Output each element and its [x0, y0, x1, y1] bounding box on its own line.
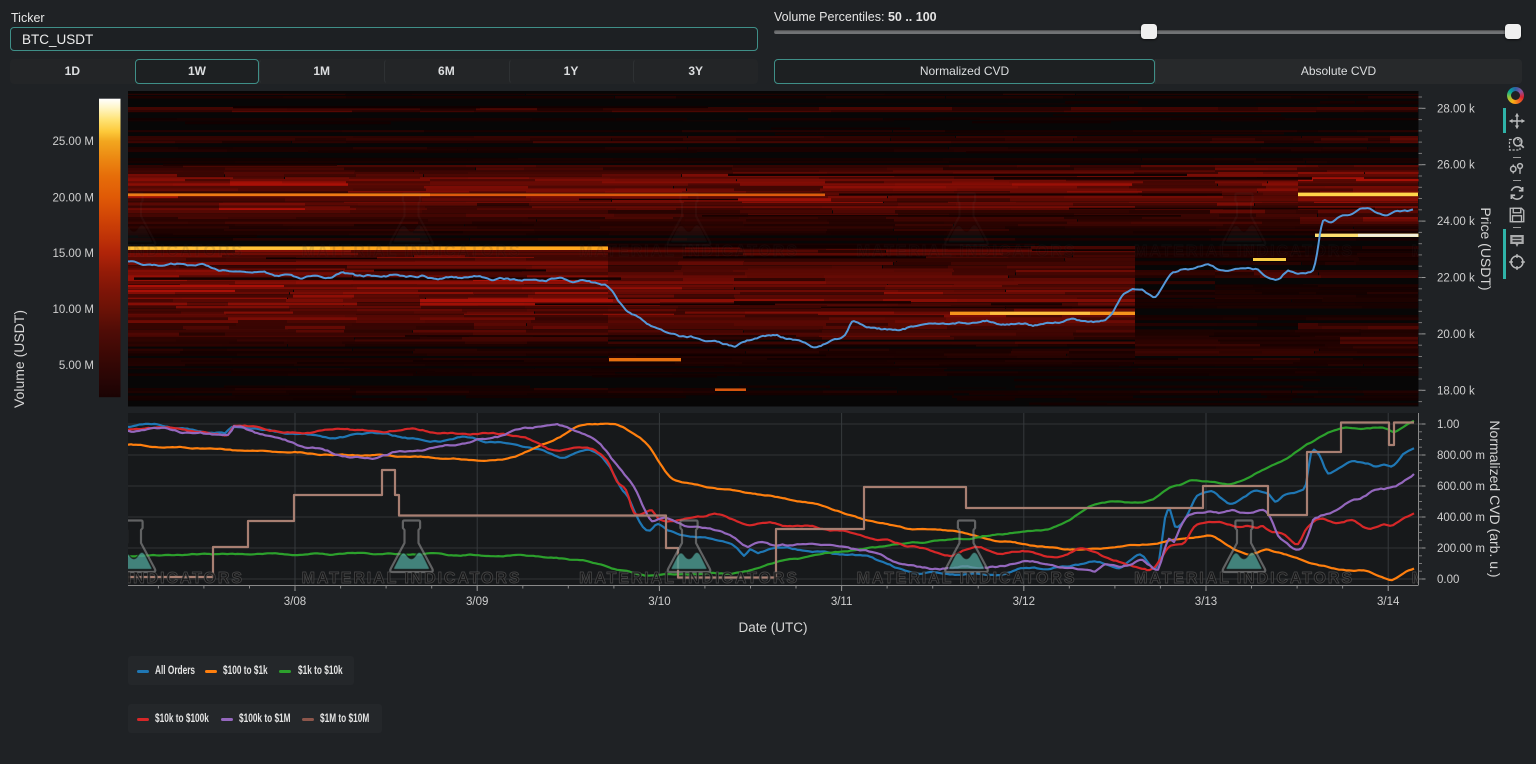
svg-text:20.00 k: 20.00 k — [1437, 329, 1475, 341]
svg-text:600.00 m: 600.00 m — [1437, 481, 1485, 493]
svg-text:Price (USDT): Price (USDT) — [1478, 207, 1494, 290]
svg-text:MATERIAL INDICATORS: MATERIAL INDICATORS — [1134, 570, 1354, 587]
svg-text:24.00 k: 24.00 k — [1437, 216, 1475, 228]
svg-text:25.00 M: 25.00 M — [52, 136, 94, 148]
svg-text:800.00 m: 800.00 m — [1437, 450, 1485, 462]
svg-text:0.00: 0.00 — [1437, 574, 1459, 586]
svg-text:20.00 M: 20.00 M — [52, 192, 94, 204]
svg-text:Volume (USDT): Volume (USDT) — [11, 310, 27, 408]
svg-text:15.00 M: 15.00 M — [52, 248, 94, 260]
svg-text:28.00 k: 28.00 k — [1437, 103, 1475, 115]
svg-text:MATERIAL INDICATORS: MATERIAL INDICATORS — [579, 243, 799, 260]
svg-text:MATERIAL INDICATORS: MATERIAL INDICATORS — [1412, 570, 1536, 587]
svg-text:MATERIAL INDICATORS: MATERIAL INDICATORS — [24, 570, 244, 587]
svg-text:Date (UTC): Date (UTC) — [738, 620, 807, 635]
svg-text:10.00 M: 10.00 M — [52, 304, 94, 316]
svg-text:400.00 m: 400.00 m — [1437, 512, 1485, 524]
svg-text:1.00: 1.00 — [1437, 419, 1459, 431]
svg-text:MATERIAL INDICATORS: MATERIAL INDICATORS — [302, 243, 522, 260]
svg-text:MATERIAL INDICATORS: MATERIAL INDICATORS — [857, 243, 1077, 260]
svg-text:3/11: 3/11 — [831, 596, 853, 608]
svg-text:Normalized CVD (arb. u.): Normalized CVD (arb. u.) — [1487, 420, 1503, 577]
svg-text:3/14: 3/14 — [1377, 596, 1400, 608]
svg-text:MATERIAL INDICATORS: MATERIAL INDICATORS — [579, 570, 799, 587]
svg-text:22.00 k: 22.00 k — [1437, 273, 1475, 285]
svg-text:200.00 m: 200.00 m — [1437, 543, 1485, 555]
svg-text:3/12: 3/12 — [1013, 596, 1035, 608]
svg-text:5.00 M: 5.00 M — [59, 360, 94, 372]
svg-text:3/08: 3/08 — [284, 596, 306, 608]
svg-text:3/13: 3/13 — [1195, 596, 1217, 608]
svg-text:MATERIAL INDICATORS: MATERIAL INDICATORS — [857, 570, 1077, 587]
svg-text:MATERIAL INDICATORS: MATERIAL INDICATORS — [302, 570, 522, 587]
svg-text:3/09: 3/09 — [466, 596, 488, 608]
svg-text:3/10: 3/10 — [648, 596, 670, 608]
svg-text:26.00 k: 26.00 k — [1437, 160, 1475, 172]
svg-text:MATERIAL INDICATORS: MATERIAL INDICATORS — [1134, 243, 1354, 260]
svg-text:18.00 k: 18.00 k — [1437, 385, 1475, 397]
